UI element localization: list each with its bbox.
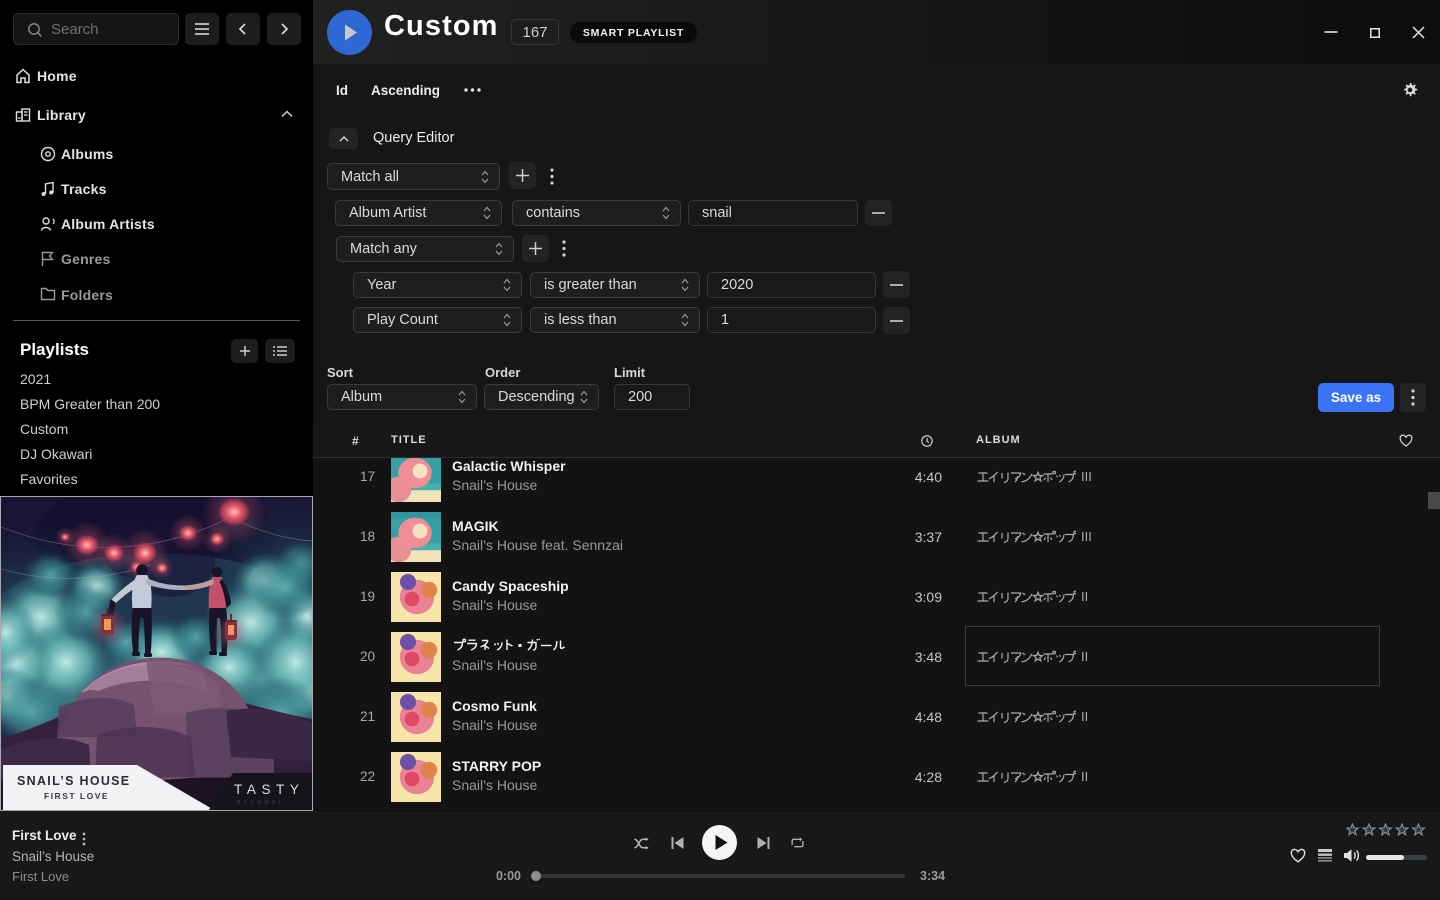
svg-text:FIRST LOVE: FIRST LOVE [44, 791, 109, 801]
svg-text:TASTY: TASTY [234, 782, 305, 797]
svg-text:BSTMMXI: BSTMMXI [237, 800, 284, 806]
svg-text:SNAIL’S HOUSE: SNAIL’S HOUSE [17, 774, 130, 788]
